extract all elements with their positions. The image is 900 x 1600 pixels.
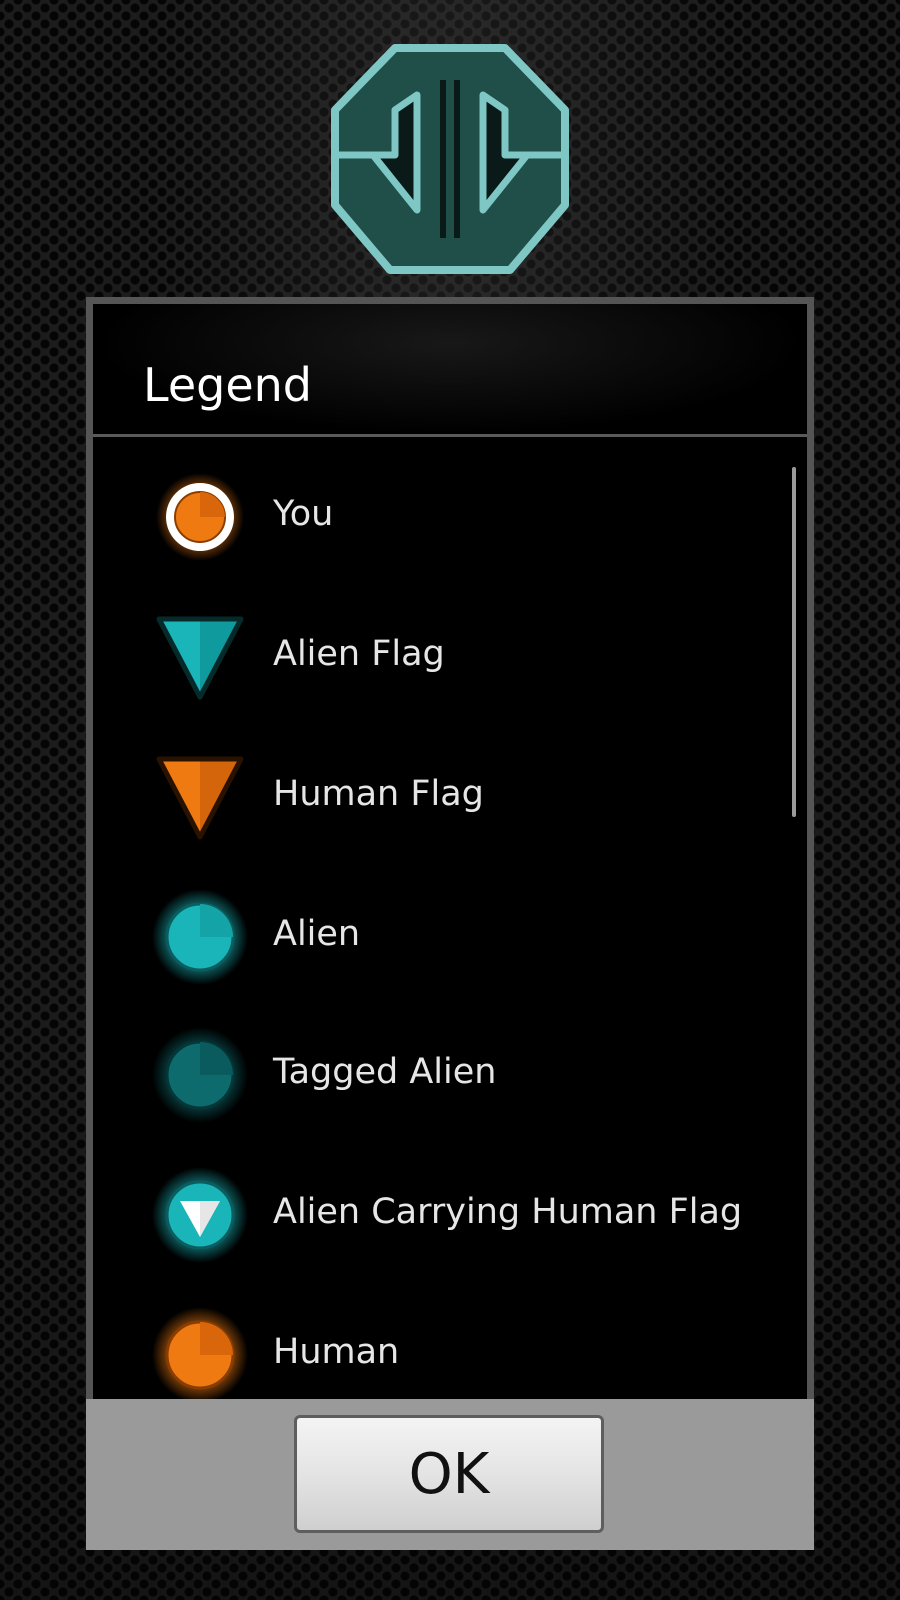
legend-item-label: Human Flag — [273, 774, 484, 814]
legend-item-human: Human — [93, 1295, 807, 1404]
legend-item-label: Alien — [273, 914, 361, 954]
legend-list[interactable]: You Alien Flag Human Flag Alien Tagged A… — [93, 437, 807, 1404]
human-flag-icon — [156, 756, 244, 840]
legend-item-label: Tagged Alien — [273, 1052, 497, 1092]
human-marker-icon — [152, 1307, 248, 1403]
legend-item-you: You — [93, 457, 807, 577]
legend-item-alien-carrying-flag: Alien Carrying Human Flag — [93, 1155, 807, 1275]
dialog-header: Legend — [93, 304, 807, 437]
legend-item-label: You — [273, 494, 334, 534]
you-marker-icon — [156, 473, 244, 561]
dialog-title: Legend — [143, 358, 312, 412]
ok-button[interactable]: OK — [294, 1415, 604, 1533]
legend-item-alien: Alien — [93, 877, 807, 997]
tagged-alien-marker-icon — [152, 1027, 248, 1123]
legend-item-tagged-alien: Tagged Alien — [93, 1015, 807, 1135]
alien-marker-icon — [152, 889, 248, 985]
legend-item-alien-flag: Alien Flag — [93, 597, 807, 717]
legend-item-label: Alien Flag — [273, 634, 445, 674]
team-emblem-icon — [331, 44, 569, 274]
legend-item-label: Human — [273, 1332, 400, 1372]
dialog-footer: OK — [86, 1399, 814, 1550]
legend-item-label: Alien Carrying Human Flag — [273, 1192, 743, 1232]
legend-dialog: Legend You Alien Flag Human Flag Alien T… — [86, 297, 814, 1550]
alien-carrying-flag-icon — [152, 1167, 248, 1263]
alien-flag-icon — [156, 616, 244, 700]
legend-item-human-flag: Human Flag — [93, 737, 807, 857]
